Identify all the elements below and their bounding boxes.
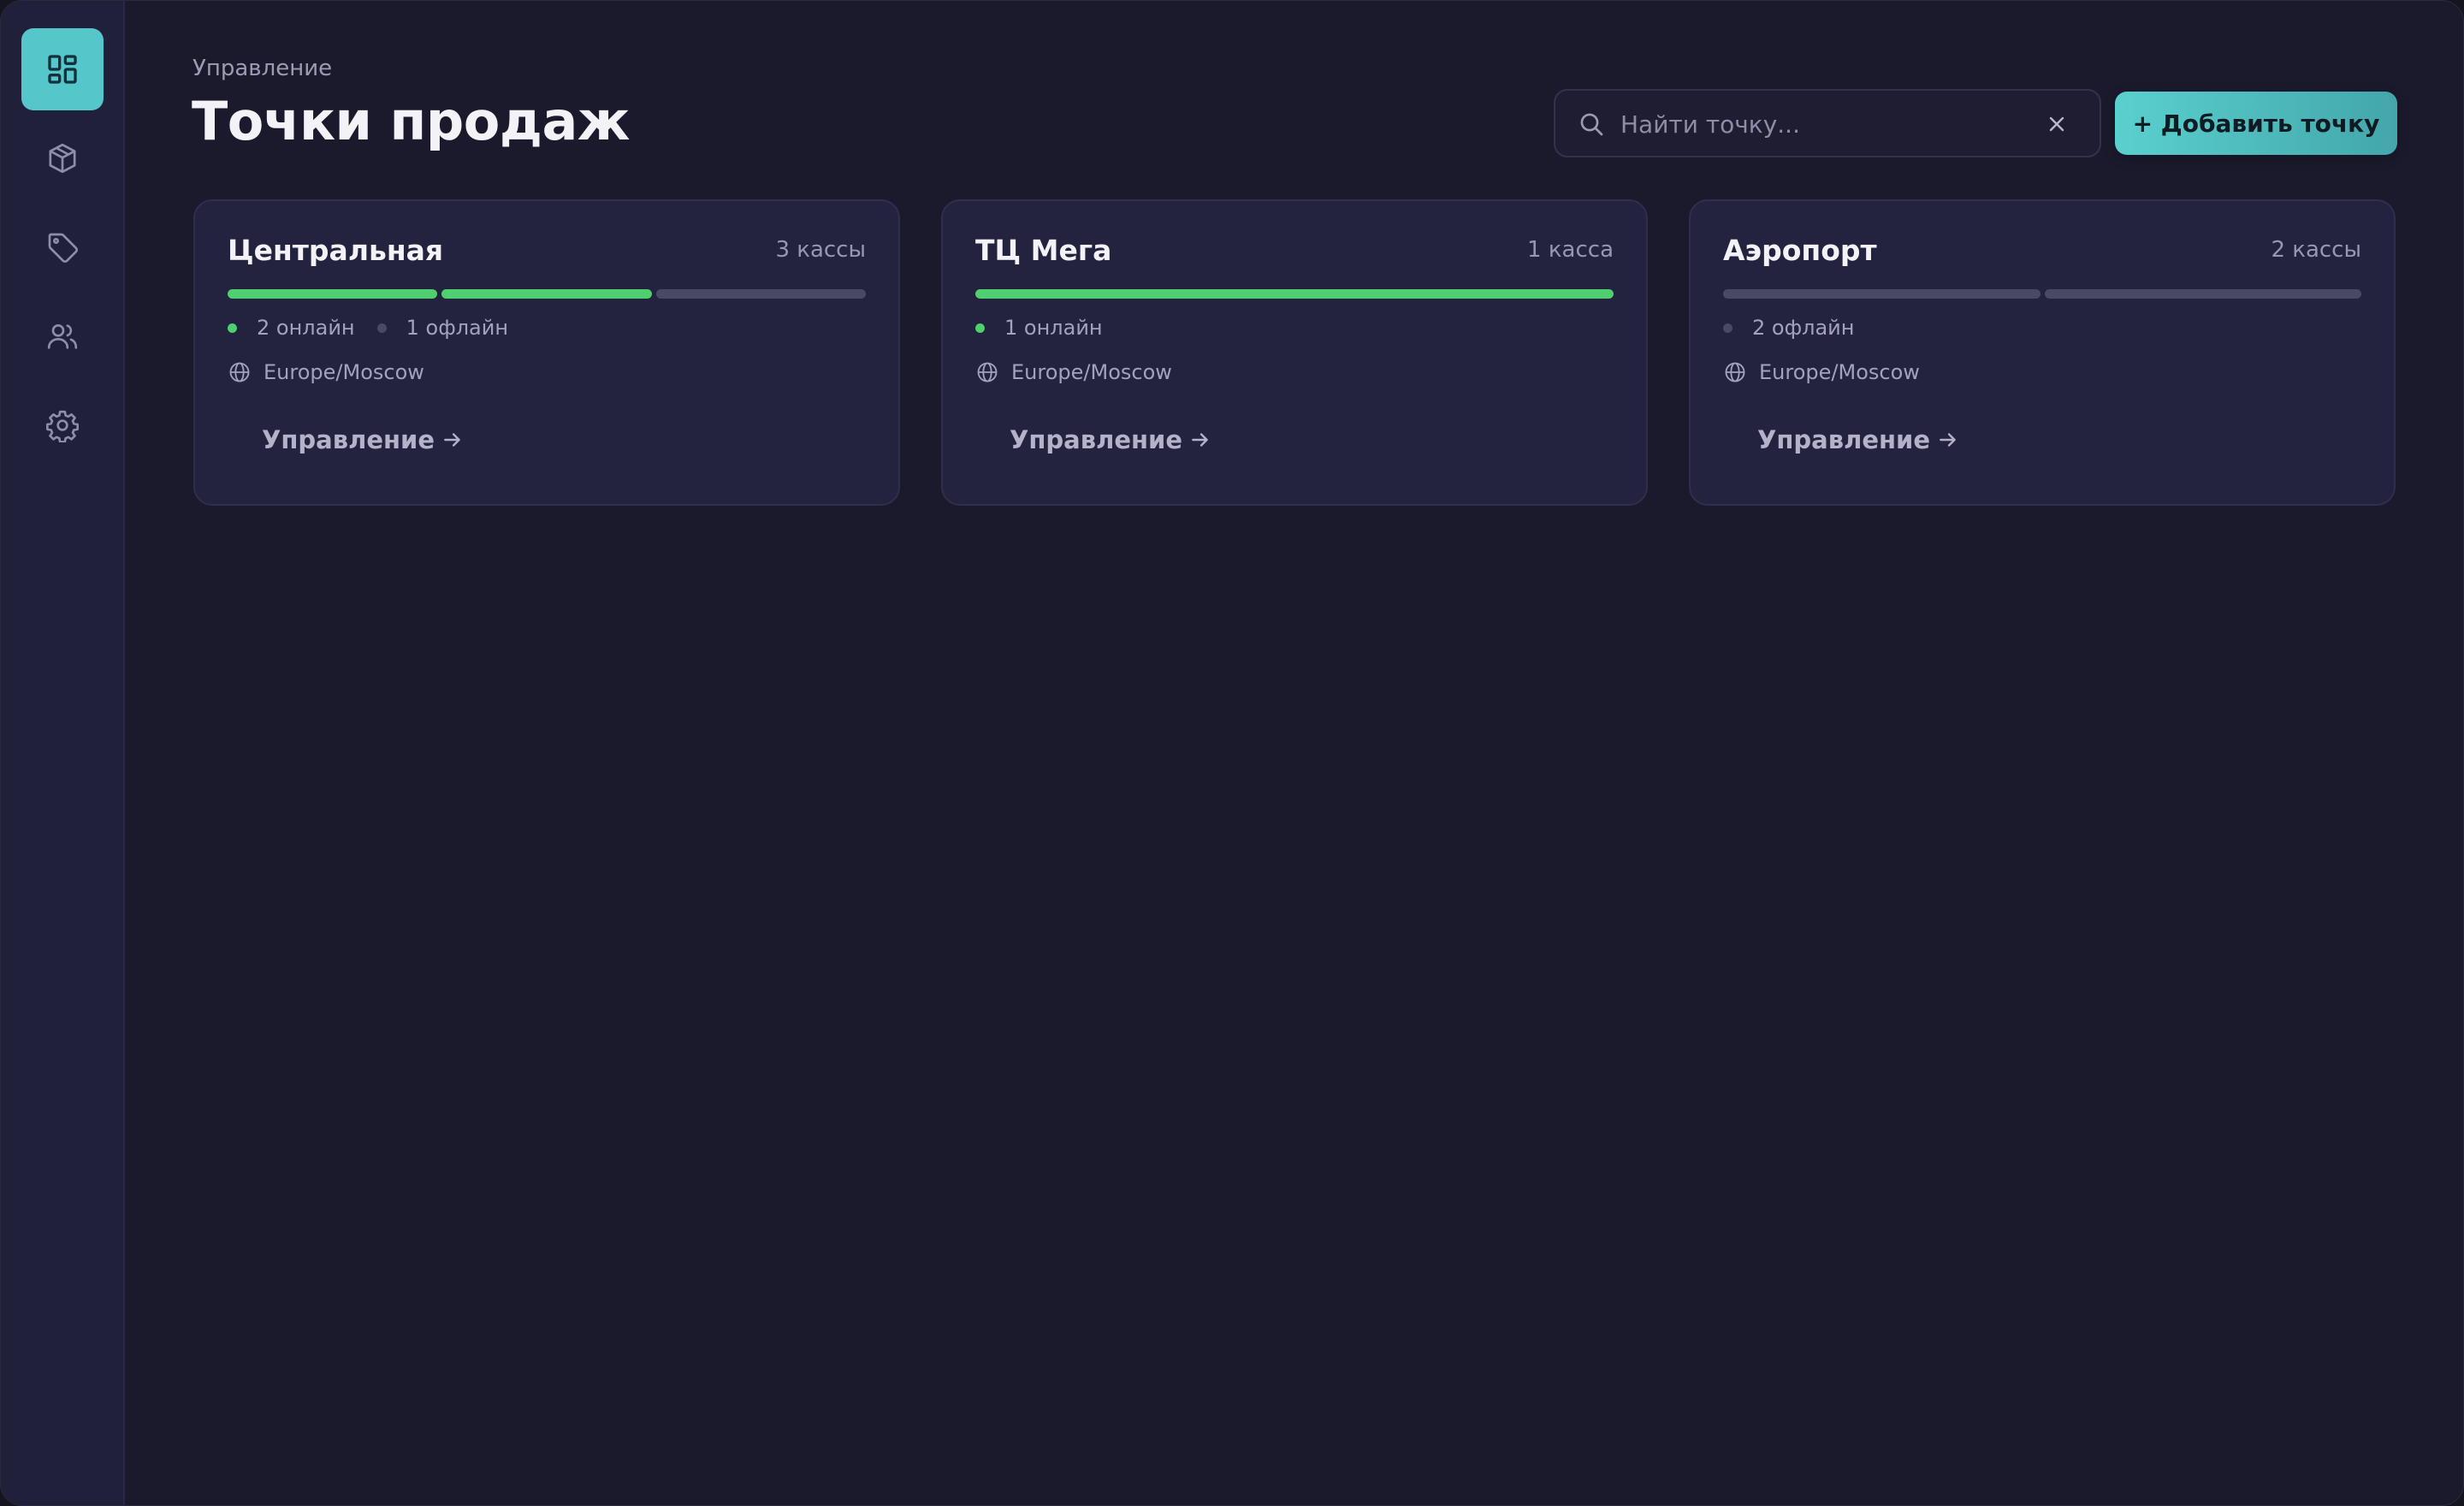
online-stat: 2 онлайн	[228, 316, 355, 340]
timezone-row: Europe/Moscow	[1723, 360, 1920, 384]
dashboard-icon	[48, 55, 77, 84]
timezone-label: Europe/Moscow	[1011, 360, 1172, 384]
store-card: Центральная 3 кассы 2 онлайн 1 офлайн Eu…	[193, 199, 900, 506]
globe-icon	[229, 362, 250, 382]
search-input[interactable]	[1619, 104, 2033, 144]
register-count: 2 кассы	[2271, 237, 2361, 263]
offline-count: 2 офлайн	[1752, 316, 1855, 340]
online-stat: 1 онлайн	[975, 316, 1103, 340]
online-count: 1 онлайн	[1004, 316, 1103, 340]
online-count: 2 онлайн	[257, 316, 355, 340]
gear-icon	[46, 410, 79, 442]
search-box	[1554, 89, 2101, 157]
timezone-row: Europe/Moscow	[228, 360, 424, 384]
sidebar-item-users[interactable]	[21, 295, 104, 377]
timezone-label: Europe/Moscow	[264, 360, 424, 384]
manage-label: Управление	[1010, 425, 1183, 454]
breadcrumb[interactable]: Управление	[192, 56, 332, 81]
online-dot	[228, 323, 237, 333]
tag-icon	[48, 233, 78, 263]
timezone-row: Europe/Moscow	[975, 360, 1172, 384]
offline-stat: 1 офлайн	[376, 316, 509, 340]
offline-stat: 2 офлайн	[1723, 316, 1854, 340]
close-icon[interactable]	[2046, 114, 2067, 134]
app-window: Управление Точки продаж + Добавить точку…	[0, 0, 2464, 1506]
page-title: Точки продаж	[192, 90, 630, 152]
register-status-segment	[1723, 289, 2040, 299]
manage-link[interactable]: Управление	[262, 425, 464, 454]
manage-link[interactable]: Управление	[1757, 425, 1959, 454]
sidebar-item-dashboard[interactable]	[21, 28, 104, 110]
sidebar-item-settings[interactable]	[21, 384, 104, 466]
timezone-label: Europe/Moscow	[1759, 360, 1920, 384]
register-status-segment	[441, 289, 652, 299]
sidebar	[1, 1, 125, 1505]
register-count: 1 касса	[1527, 237, 1614, 263]
online-dot	[975, 323, 985, 333]
offline-dot	[376, 323, 387, 333]
arrow-right-icon	[444, 433, 460, 447]
globe-icon	[977, 362, 998, 382]
status-row: 2 офлайн	[1723, 316, 1876, 340]
manage-link[interactable]: Управление	[1010, 425, 1211, 454]
store-name: Аэропорт	[1723, 234, 1877, 267]
search-icon	[1580, 113, 1603, 136]
arrow-right-icon	[1940, 433, 1956, 447]
globe-icon	[1725, 362, 1745, 382]
register-status-bar	[1723, 289, 2361, 299]
register-status-segment	[655, 289, 866, 299]
offline-count: 1 офлайн	[406, 316, 509, 340]
store-card: ТЦ Мега 1 касса 1 онлайн Europe/Moscow У…	[941, 199, 1648, 506]
offline-dot	[1723, 323, 1732, 333]
sidebar-item-tags[interactable]	[21, 206, 104, 288]
store-name: ТЦ Мега	[975, 234, 1112, 267]
register-count: 3 кассы	[775, 237, 866, 263]
register-status-segment	[2044, 289, 2361, 299]
register-status-bar	[228, 289, 866, 299]
manage-label: Управление	[1757, 425, 1931, 454]
status-row: 2 онлайн 1 офлайн	[228, 316, 530, 340]
users-icon	[47, 324, 78, 349]
register-status-segment	[228, 289, 438, 299]
store-card: Аэропорт 2 кассы 2 офлайн Europe/Moscow …	[1689, 199, 2396, 506]
box-icon	[49, 143, 76, 174]
main-content: Управление Точки продаж + Добавить точку…	[125, 1, 2463, 1505]
add-store-button[interactable]: + Добавить точку	[2115, 92, 2397, 155]
manage-label: Управление	[262, 425, 435, 454]
sidebar-item-products[interactable]	[21, 117, 104, 199]
register-status-segment	[975, 289, 1614, 299]
register-status-bar	[975, 289, 1614, 299]
arrow-right-icon	[1192, 433, 1208, 447]
status-row: 1 онлайн	[975, 316, 1125, 340]
store-name: Центральная	[228, 234, 444, 267]
